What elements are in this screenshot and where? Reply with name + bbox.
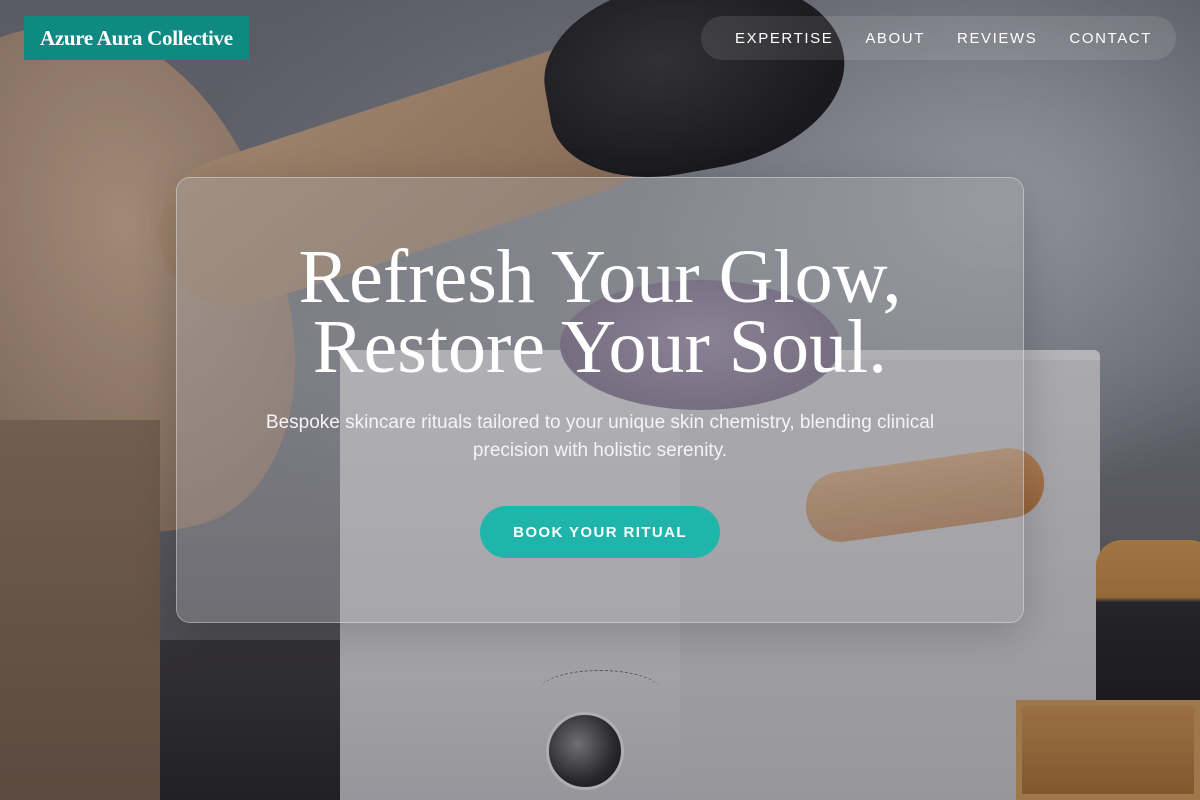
hero-title: Refresh Your Glow, Restore Your Soul.: [298, 235, 902, 389]
nav-link-contact[interactable]: CONTACT: [1069, 30, 1152, 47]
hero-title-line-2: Restore Your Soul.: [312, 305, 888, 389]
nav-link-reviews[interactable]: REVIEWS: [957, 30, 1037, 47]
main-nav: EXPERTISE ABOUT REVIEWS CONTACT: [701, 16, 1176, 60]
hero-card: Refresh Your Glow, Restore Your Soul. Be…: [176, 177, 1024, 623]
hero-subtitle: Bespoke skincare rituals tailored to you…: [265, 412, 935, 461]
nav-link-expertise[interactable]: EXPERTISE: [735, 30, 833, 47]
book-ritual-button[interactable]: BOOK YOUR RITUAL: [480, 506, 720, 558]
hero-title-line-1: Refresh Your Glow,: [298, 235, 902, 319]
nav-link-about[interactable]: ABOUT: [865, 30, 925, 47]
brand-logo[interactable]: Azure Aura Collective: [24, 16, 249, 60]
